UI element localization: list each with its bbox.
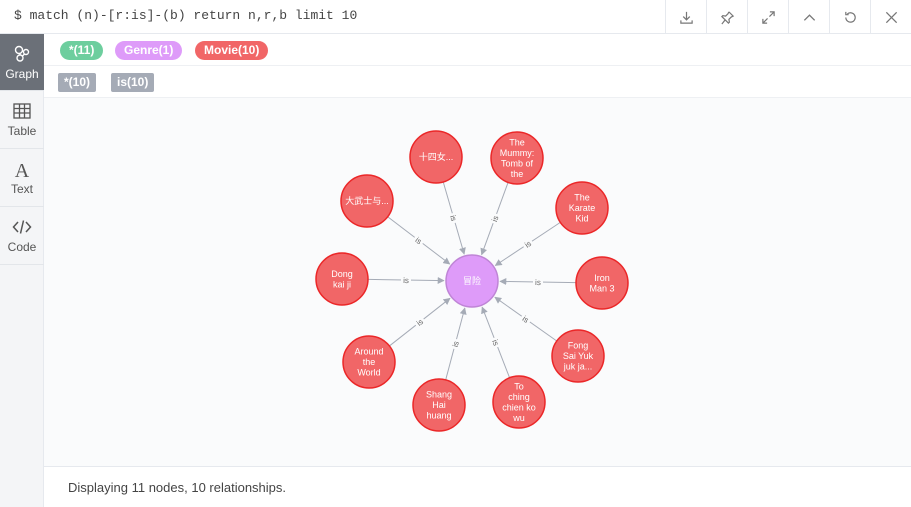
movie-node[interactable]: Dongkai ji xyxy=(315,252,369,306)
svg-text:A: A xyxy=(15,160,30,179)
movie-node-label: World xyxy=(357,368,380,378)
relationship-label: is xyxy=(535,278,541,287)
rel-tag-all[interactable]: *(10) xyxy=(58,73,97,92)
movie-node[interactable]: 大武士与... xyxy=(340,174,394,228)
movie-node-label: kai ji xyxy=(333,279,351,289)
collapse-icon xyxy=(803,13,815,21)
rel-tag-is[interactable]: is(10) xyxy=(111,73,155,92)
graph-icon xyxy=(14,45,30,62)
code-view-button[interactable]: Code xyxy=(0,207,44,265)
movie-node-label: Shang xyxy=(426,390,452,400)
movie-node-label: ching xyxy=(508,392,530,402)
close-icon xyxy=(885,11,897,23)
graph-svg[interactable]: is isisisisisisisisis 十四女...TheMummy:Tomb… xyxy=(44,98,911,466)
movie-node-label: Hai xyxy=(432,400,446,410)
sidebar-item-label: Table xyxy=(7,124,37,138)
movie-node-label: The xyxy=(574,193,590,203)
graph-view-button[interactable]: Graph xyxy=(0,34,44,91)
movie-node-label: Dong xyxy=(331,269,353,279)
pin-icon xyxy=(720,10,734,24)
download-icon xyxy=(679,11,693,24)
movie-node-label: Sai Yuk xyxy=(563,351,594,361)
table-icon xyxy=(13,103,31,119)
movie-node-label: the xyxy=(511,169,524,179)
movie-node-label: Mummy: xyxy=(500,148,535,158)
sidebar-item-label: Graph xyxy=(5,66,39,81)
table-view-button[interactable]: Table xyxy=(0,91,44,149)
movie-node-label: 十四女... xyxy=(419,151,454,162)
status-bar: Displaying 11 nodes, 10 relationships. xyxy=(44,466,911,507)
sidebar-item-label: Text xyxy=(10,182,33,196)
node-label-legend: *(11) Genre(1) Movie(10) xyxy=(44,34,911,66)
code-icon xyxy=(12,220,32,234)
movie-node-label: Karate xyxy=(569,203,596,213)
graph-canvas[interactable]: is is is is is is is is is is 十四女... The Mummy: Tomb… xyxy=(44,98,911,466)
movie-node[interactable]: IronMan 3 xyxy=(575,256,629,310)
movie-node[interactable]: FongSai Yukjuk ja... xyxy=(551,329,605,383)
collapse-button[interactable] xyxy=(788,0,829,34)
relationship-label: is xyxy=(403,276,409,285)
movie-node-label: Tomb of xyxy=(501,158,534,168)
rerun-icon xyxy=(844,11,856,23)
frame-toolbar xyxy=(665,0,911,34)
download-button[interactable] xyxy=(665,0,706,34)
movie-node[interactable]: Tochingchien kowu xyxy=(492,375,546,429)
movie-node[interactable]: TheMummy:Tomb ofthe xyxy=(490,131,544,185)
movie-node-label: To xyxy=(514,381,524,391)
movie-node-label: huang xyxy=(426,411,451,421)
expand-icon xyxy=(761,10,775,24)
movie-node-label: wu xyxy=(512,413,525,423)
query-text[interactable]: $ match (n)-[r:is]-(b) return n,r,b limi… xyxy=(14,8,357,23)
fullscreen-button[interactable] xyxy=(747,0,788,34)
close-button[interactable] xyxy=(870,0,911,34)
view-sidebar: Graph Table A Text Code xyxy=(0,34,44,507)
movie-node-label: the xyxy=(363,357,376,367)
sidebar-item-label: Code xyxy=(7,240,37,254)
label-pill-all[interactable]: *(11) xyxy=(60,41,104,60)
status-text: Displaying 11 nodes, 10 relationships. xyxy=(68,480,287,495)
relationship-legend: *(10) is(10) xyxy=(44,66,911,98)
text-icon: A xyxy=(15,160,30,179)
movie-node-label: 大武士与... xyxy=(345,195,389,206)
movie-node-label: chien ko xyxy=(502,402,536,412)
genre-node[interactable]: 冒险 xyxy=(445,254,499,308)
movie-node[interactable]: ShangHaihuang xyxy=(412,378,466,432)
label-pill-movie[interactable]: Movie(10) xyxy=(195,41,269,60)
pin-button[interactable] xyxy=(706,0,747,34)
movie-node-label: Kid xyxy=(575,214,588,224)
movie-node-label: Fong xyxy=(568,341,589,351)
movie-node[interactable]: TheKarateKid xyxy=(555,181,609,235)
movie-node-label: Around xyxy=(354,347,383,357)
query-bar: $ match (n)-[r:is]-(b) return n,r,b limi… xyxy=(0,0,911,34)
movie-node-label: Iron xyxy=(594,273,610,283)
movie-node-label: The xyxy=(509,137,525,147)
movie-node-label: Man 3 xyxy=(589,283,614,293)
movie-node-label: juk ja... xyxy=(563,362,593,372)
movie-node[interactable]: 十四女... xyxy=(409,130,463,184)
rerun-button[interactable] xyxy=(829,0,870,34)
text-view-button[interactable]: A Text xyxy=(0,149,44,207)
label-pill-genre[interactable]: Genre(1) xyxy=(115,41,183,60)
genre-node-label: 冒险 xyxy=(463,275,481,286)
movie-node[interactable]: AroundtheWorld xyxy=(342,335,396,389)
